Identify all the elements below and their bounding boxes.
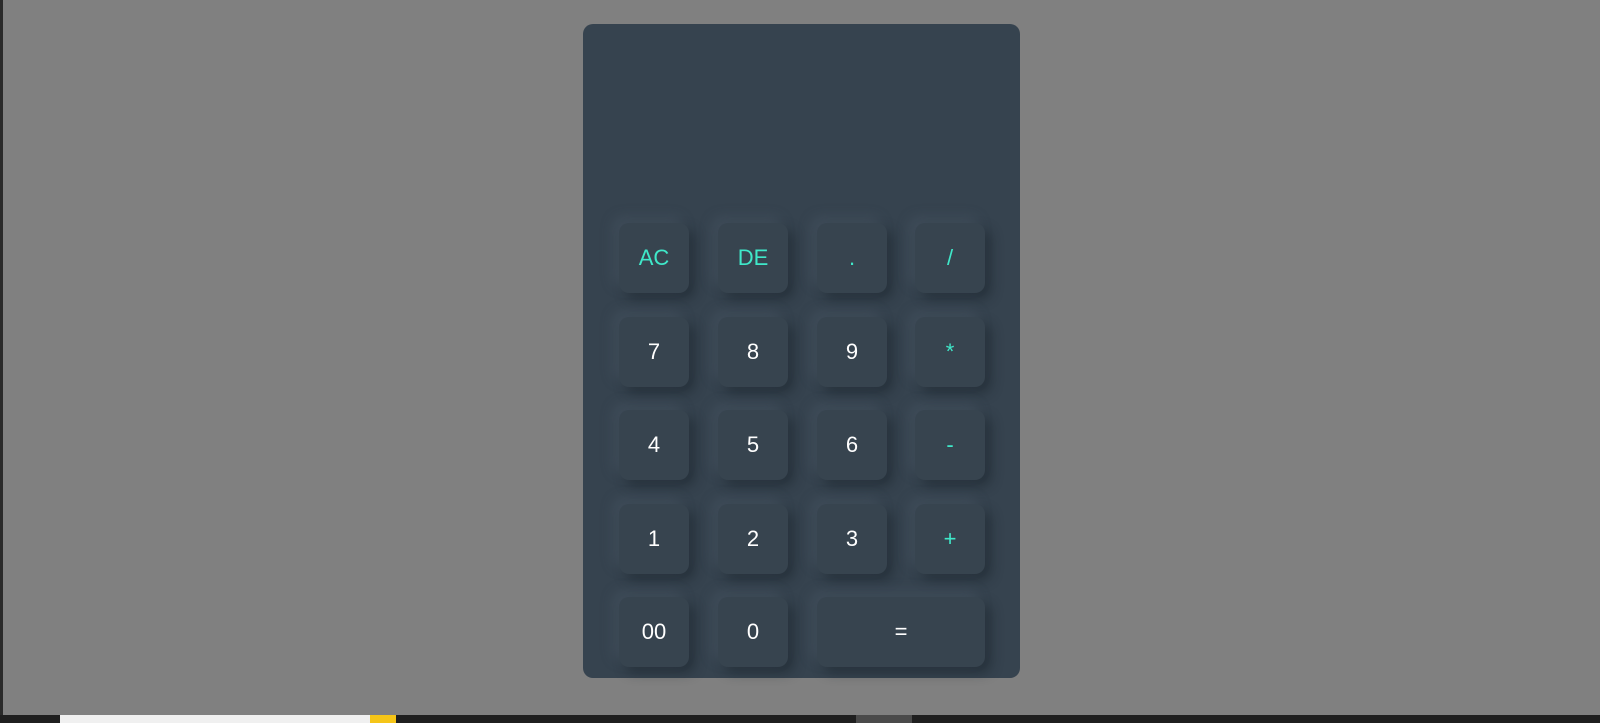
- digit-0-button[interactable]: 0: [718, 597, 788, 667]
- digit-1-button[interactable]: 1: [619, 503, 689, 574]
- keypad-row: 00 0 =: [619, 573, 987, 667]
- calculator: AC DE . / 7 8 9 * 4 5 6 - 1 2 3 + 00 0 =: [583, 24, 1020, 678]
- taskbar-clock: [1490, 715, 1540, 723]
- keypad-row: 4 5 6 -: [619, 386, 987, 480]
- keypad-row: 1 2 3 +: [619, 480, 987, 574]
- add-button[interactable]: +: [915, 503, 985, 574]
- digit-4-button[interactable]: 4: [619, 410, 689, 480]
- digit-5-button[interactable]: 5: [718, 410, 788, 480]
- clear-all-button[interactable]: AC: [619, 223, 689, 293]
- subtract-button[interactable]: -: [915, 410, 985, 480]
- digit-6-button[interactable]: 6: [817, 410, 887, 480]
- decimal-point-button[interactable]: .: [817, 223, 887, 293]
- keypad-row: AC DE . /: [619, 199, 987, 293]
- digit-3-button[interactable]: 3: [817, 503, 887, 574]
- taskbar-window-preview[interactable]: [60, 715, 396, 723]
- window-edge: [0, 0, 3, 715]
- calculator-display: [603, 44, 1000, 184]
- keypad-row: 7 8 9 *: [619, 293, 987, 387]
- taskbar-active-item[interactable]: [856, 715, 912, 723]
- keypad: AC DE . / 7 8 9 * 4 5 6 - 1 2 3 + 00 0 =: [619, 199, 987, 667]
- digit-2-button[interactable]: 2: [718, 503, 788, 574]
- digit-9-button[interactable]: 9: [817, 316, 887, 387]
- digit-8-button[interactable]: 8: [718, 316, 788, 387]
- multiply-button[interactable]: *: [915, 316, 985, 387]
- equals-button[interactable]: =: [817, 597, 985, 667]
- taskbar-app-icon: [370, 715, 396, 723]
- page: AC DE . / 7 8 9 * 4 5 6 - 1 2 3 + 00 0 =: [0, 0, 1600, 723]
- delete-button[interactable]: DE: [718, 223, 788, 293]
- double-zero-button[interactable]: 00: [619, 597, 689, 667]
- divide-button[interactable]: /: [915, 223, 985, 293]
- digit-7-button[interactable]: 7: [619, 316, 689, 387]
